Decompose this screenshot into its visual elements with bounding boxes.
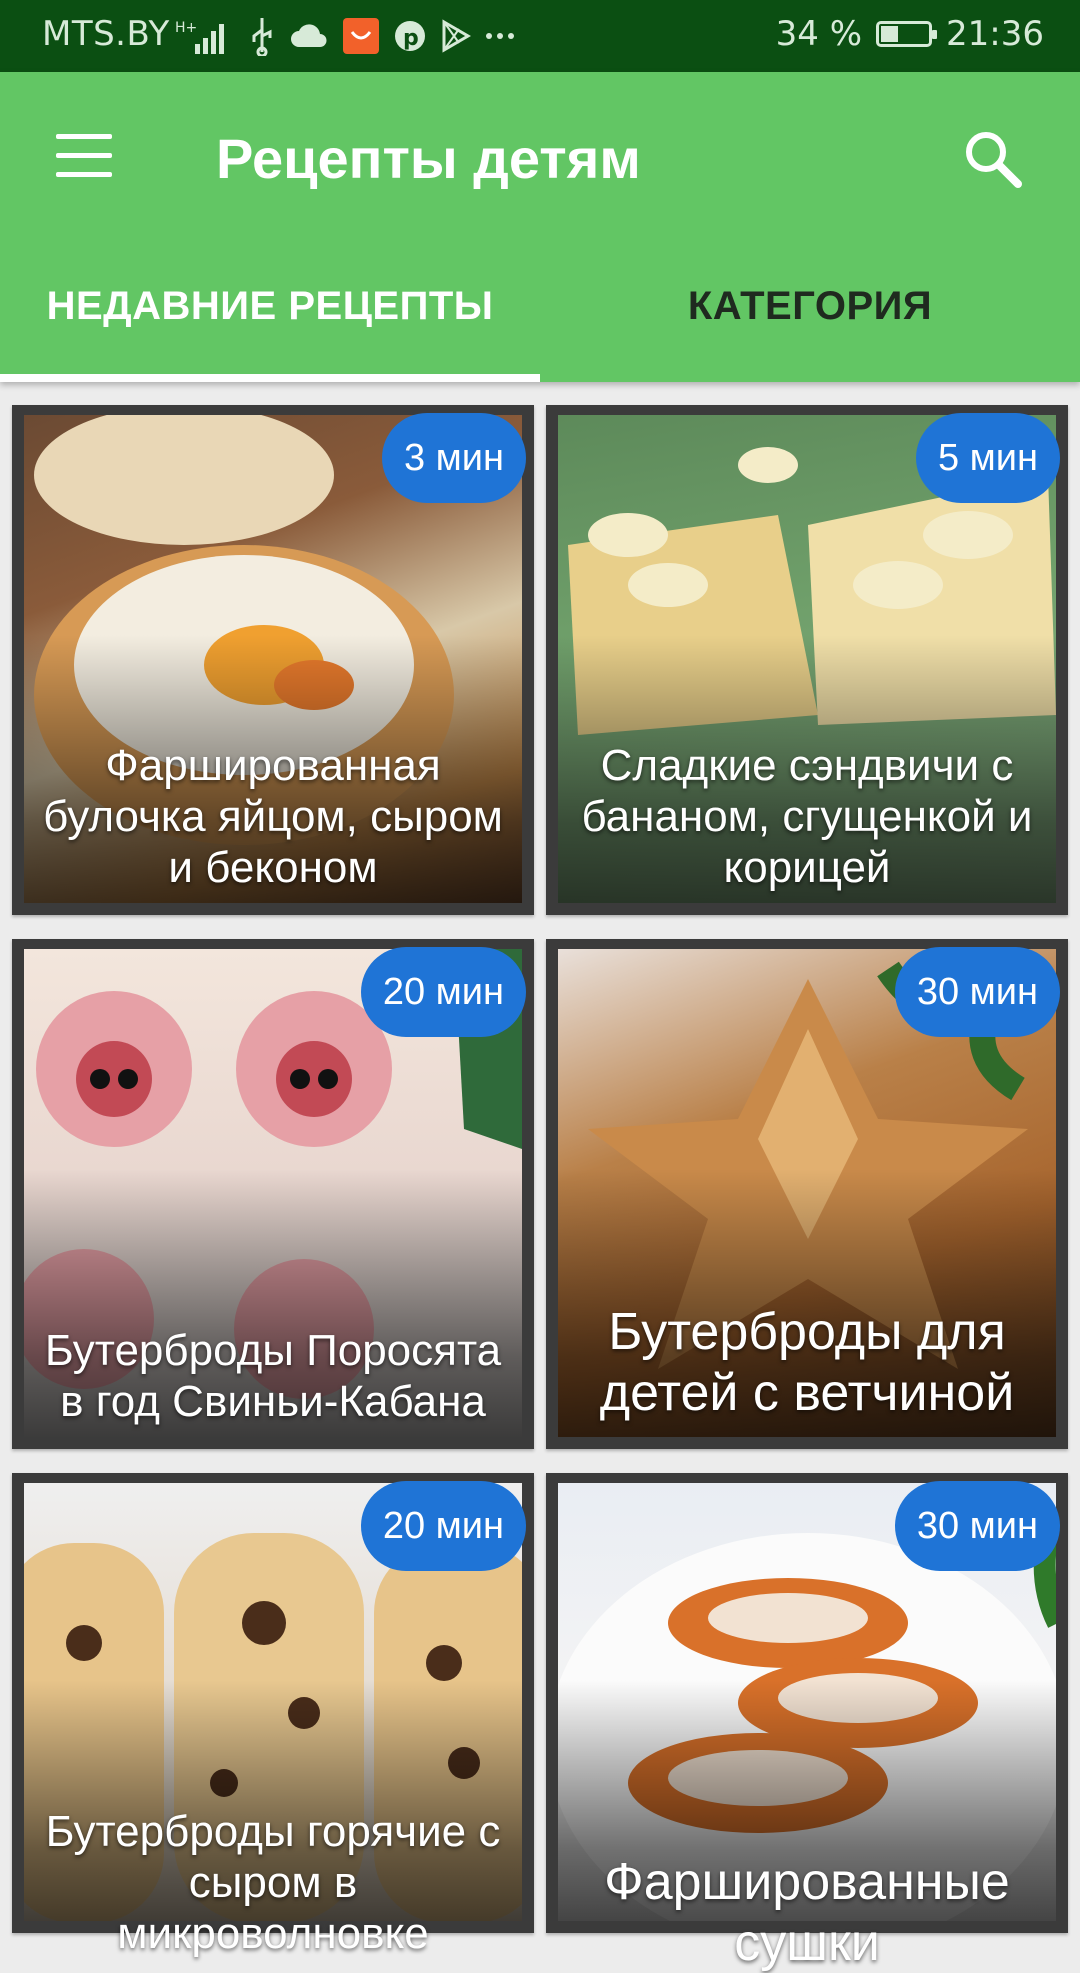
status-right: 34 % 21:36 (776, 14, 1044, 54)
svg-text:H+: H+ (175, 20, 197, 36)
battery-percent: 34 % (775, 14, 863, 54)
cloud-icon (291, 24, 327, 47)
recipe-card[interactable]: 30 мин Фаршированные сушки (546, 1473, 1068, 1972)
recipe-title: Фаршированная булочка яйцом, сыром и бек… (43, 740, 503, 892)
recipe-card[interactable]: 30 мин Бутерброды для детей с ветчиной (546, 939, 1068, 1449)
status-bar: MTS.BY H+ p 34 % 21:36 (0, 0, 1080, 72)
play-store-icon (442, 19, 471, 53)
cook-time-badge: 20 мин (360, 1481, 526, 1571)
svg-text:p: p (403, 26, 419, 51)
notification-icons: H+ p (175, 14, 515, 58)
recipe-title: Сладкие сэндвичи с бананом, сгущенкой и … (581, 740, 1033, 892)
cook-time-badge: 30 мин (894, 1481, 1060, 1571)
battery-icon (876, 21, 938, 47)
recipe-card[interactable]: 20 мин Бутерброды горячие с сыром в микр… (12, 1473, 534, 1958)
cook-time-badge: 5 мин (915, 413, 1060, 503)
usb-icon (252, 18, 272, 56)
recipe-title: Бутерброды для детей с ветчиной (599, 1303, 1015, 1422)
search-icon[interactable] (958, 124, 1028, 194)
tab-category[interactable]: КАТЕГОРИЯ (540, 284, 1080, 382)
cook-time-badge: 20 мин (360, 947, 526, 1037)
menu-icon[interactable] (56, 134, 112, 178)
aliexpress-icon (343, 18, 379, 54)
network-hplus-icon: H+ (175, 20, 224, 54)
recipe-title: Бутерброды горячие с сыром в микроволнов… (45, 1806, 501, 1958)
app-bar: Рецепты детям НЕДАВНИЕ РЕЦЕПТЫ КАТЕГОРИЯ (0, 72, 1080, 382)
pinterest-icon: p (395, 21, 425, 51)
tab-indicator (0, 374, 540, 382)
clock: 21:36 (946, 14, 1044, 54)
recipe-card[interactable]: 3 мин Фаршированная булочка яйцом, сыром… (12, 405, 534, 915)
page-title: Рецепты детям (216, 127, 641, 190)
recipe-card[interactable]: 20 мин Бутерброды Поросята в год Свиньи-… (12, 939, 534, 1449)
more-dots-icon (486, 33, 514, 39)
recipe-card[interactable]: 5 мин Сладкие сэндвичи с бананом, сгущен… (546, 405, 1068, 915)
recipe-title: Фаршированные сушки (604, 1853, 1010, 1972)
cook-time-badge: 30 мин (894, 947, 1060, 1037)
recipe-title: Бутерброды Поросята в год Свиньи-Кабана (44, 1325, 502, 1426)
tab-recent-recipes[interactable]: НЕДАВНИЕ РЕЦЕПТЫ (0, 284, 540, 382)
carrier-name: MTS.BY (42, 14, 170, 54)
cook-time-badge: 3 мин (381, 413, 526, 503)
